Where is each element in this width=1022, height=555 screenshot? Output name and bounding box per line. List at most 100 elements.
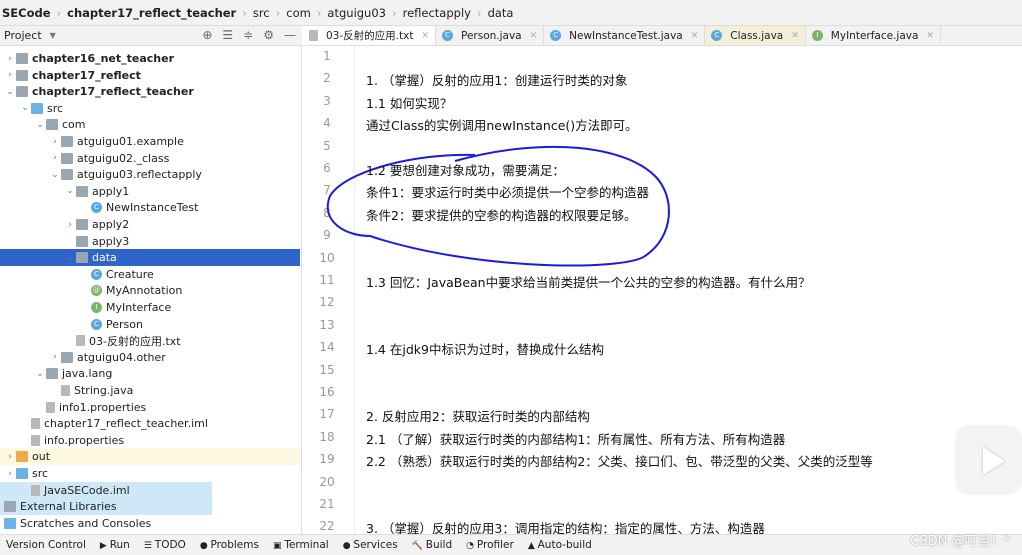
chevron-down-icon[interactable]: ⌄ <box>4 87 16 97</box>
chevron-right-icon[interactable]: › <box>64 220 76 230</box>
tab-person-java[interactable]: C Person.java ✕ <box>436 26 545 45</box>
status-run[interactable]: ▶ Run <box>100 539 130 551</box>
tree-item-label: data <box>92 251 117 265</box>
tree-item[interactable]: ⌄ com <box>0 116 300 133</box>
chevron-down-icon[interactable]: ⌄ <box>34 120 46 130</box>
status-label: Run <box>109 539 130 551</box>
chevron-down-icon[interactable]: ▼ <box>50 31 56 40</box>
tree-item[interactable]: @ MyAnnotation <box>0 282 300 299</box>
close-icon[interactable]: ✕ <box>421 31 429 41</box>
chevron-right-icon[interactable]: › <box>4 54 16 64</box>
breadcrumb-item[interactable]: chapter17_reflect_teacher <box>67 6 236 20</box>
breadcrumb-item[interactable]: SECode <box>2 6 51 20</box>
tree-item[interactable]: › chapter16_net_teacher <box>0 50 300 67</box>
status-profiler[interactable]: ◔ Profiler <box>466 539 514 551</box>
tree-item[interactable]: JavaSECode.iml <box>0 481 212 499</box>
gear-icon[interactable]: ⚙ <box>263 28 274 42</box>
chevron-right-icon[interactable]: › <box>4 70 16 80</box>
chevron-right-icon[interactable]: › <box>4 469 16 479</box>
tree-item[interactable]: ⌄ apply1 <box>0 183 300 200</box>
code-line: 条件1：要求运行时类中必须提供一个空参的构造器 <box>366 185 649 201</box>
play-icon[interactable] <box>983 447 1005 475</box>
tree-item[interactable]: ⌄ src <box>0 100 300 117</box>
tree-item[interactable]: C Person <box>0 316 300 333</box>
tree-item[interactable]: info1.properties <box>0 399 300 416</box>
breadcrumb-item[interactable]: atguigu03 <box>327 6 386 20</box>
tree-item[interactable]: ⌄ atguigu03.reflectapply <box>0 166 300 183</box>
tree-item[interactable]: › apply2 <box>0 216 300 233</box>
chevron-down-icon[interactable]: ⌄ <box>19 103 31 113</box>
close-icon[interactable]: ✕ <box>530 31 538 41</box>
folder-icon <box>76 252 88 264</box>
project-view-dropdown[interactable]: Project <box>4 29 42 42</box>
tree-item-label: info1.properties <box>59 400 147 414</box>
breadcrumb-item[interactable]: data <box>488 6 514 20</box>
tree-item-label: Scratches and Consoles <box>20 516 152 530</box>
locate-icon[interactable]: ⊕ <box>202 28 212 42</box>
build-icon: 🔨 <box>411 541 426 551</box>
line-number: 21 <box>319 497 335 511</box>
profiler-icon: ◔ <box>466 541 477 551</box>
status-terminal[interactable]: ▣ Terminal <box>273 539 329 551</box>
tree-item[interactable]: C Creature <box>0 266 300 283</box>
video-play-overlay[interactable] <box>955 425 1022 495</box>
tree-item[interactable]: › atguigu04.other <box>0 349 300 366</box>
tree-item[interactable]: 03-反射的应用.txt <box>0 332 300 349</box>
chevron-right-icon[interactable]: › <box>49 137 61 147</box>
close-icon[interactable]: ✕ <box>691 31 699 41</box>
breadcrumb-item[interactable]: src <box>253 6 270 20</box>
breadcrumb: SECode › chapter17_reflect_teacher › src › com… <box>0 0 1022 26</box>
chevron-right-icon[interactable]: › <box>49 153 61 163</box>
chevron-down-icon[interactable]: ⌄ <box>64 186 76 196</box>
tree-item[interactable]: Scratches and Consoles <box>0 515 300 532</box>
tab-class-java[interactable]: C Class.java ✕ <box>705 26 806 45</box>
tree-item[interactable]: chapter17_reflect_teacher.iml <box>0 415 300 432</box>
tree-item[interactable]: › atguigu01.example <box>0 133 300 150</box>
hide-icon[interactable]: — <box>284 28 296 42</box>
module-icon <box>16 53 28 64</box>
tab-03-txt[interactable]: 03-反射的应用.txt ✕ <box>303 26 436 45</box>
tree-item-label: chapter17_reflect <box>32 68 141 82</box>
tree-item[interactable]: › chapter17_reflect <box>0 67 300 84</box>
breadcrumb-item[interactable]: com <box>286 6 311 20</box>
tree-item-label: Person <box>106 317 143 331</box>
chevron-down-icon[interactable]: ⌄ <box>34 369 46 379</box>
breadcrumb-item[interactable]: reflectapply <box>403 6 471 20</box>
status-version-control[interactable]: Version Control <box>6 539 86 551</box>
chevron-right-icon[interactable]: › <box>4 452 16 462</box>
status-problems[interactable]: ● Problems <box>200 539 259 551</box>
status-todo[interactable]: ☰ TODO <box>144 539 186 551</box>
status-build[interactable]: 🔨 Build <box>412 539 452 551</box>
code-line: 1.3 回忆：JavaBean中要求给当前类提供一个公共的空参的构造器。有什么用… <box>366 275 811 290</box>
tab-newinstancetest-java[interactable]: C NewInstanceTest.java ✕ <box>544 26 706 45</box>
chevron-right-icon[interactable]: › <box>49 352 61 362</box>
close-icon[interactable]: ✕ <box>926 31 934 41</box>
tree-item[interactable]: › src <box>0 465 300 482</box>
chevron-down-icon[interactable]: ⌄ <box>64 253 76 263</box>
expand-all-icon[interactable]: ☰ <box>222 28 233 42</box>
tree-item[interactable]: apply3 <box>0 233 300 250</box>
status-auto-build[interactable]: ▲ Auto-build <box>528 539 592 551</box>
tree-item-label: com <box>62 118 86 132</box>
class-icon: C <box>441 30 453 41</box>
chevron-down-icon[interactable]: ⌄ <box>49 170 61 180</box>
tree-item[interactable]: › atguigu02._class <box>0 150 300 167</box>
file-icon <box>61 385 70 396</box>
class-icon: C <box>711 30 723 41</box>
folder-icon <box>61 152 73 164</box>
editor-text[interactable]: 1. （掌握）反射的应用1：创建运行时类的对象 1.1 如何实现？ 通过Class的… <box>326 46 1022 536</box>
close-icon[interactable]: ✕ <box>791 31 799 41</box>
tab-myinterface-java[interactable]: I MyInterface.java ✕ <box>806 26 941 45</box>
tree-item[interactable]: ⌄ chapter17_reflect_teacher <box>0 83 300 100</box>
tree-item[interactable]: ⌄ java.lang <box>0 365 300 382</box>
collapse-all-icon[interactable]: ≑ <box>243 28 253 42</box>
tree-item[interactable]: ⌄ data <box>0 249 300 267</box>
code-line: 通过Class的实例调用newInstance()方法即可。 <box>366 118 638 134</box>
tree-item[interactable]: External Libraries <box>0 498 212 516</box>
status-services[interactable]: ● Services <box>343 539 398 551</box>
tree-item[interactable]: › out <box>0 448 300 466</box>
tree-item[interactable]: info.properties <box>0 432 300 449</box>
tree-item[interactable]: String.java <box>0 382 300 399</box>
tree-item[interactable]: I MyInterface <box>0 299 300 316</box>
tree-item[interactable]: C NewInstanceTest <box>0 199 300 216</box>
